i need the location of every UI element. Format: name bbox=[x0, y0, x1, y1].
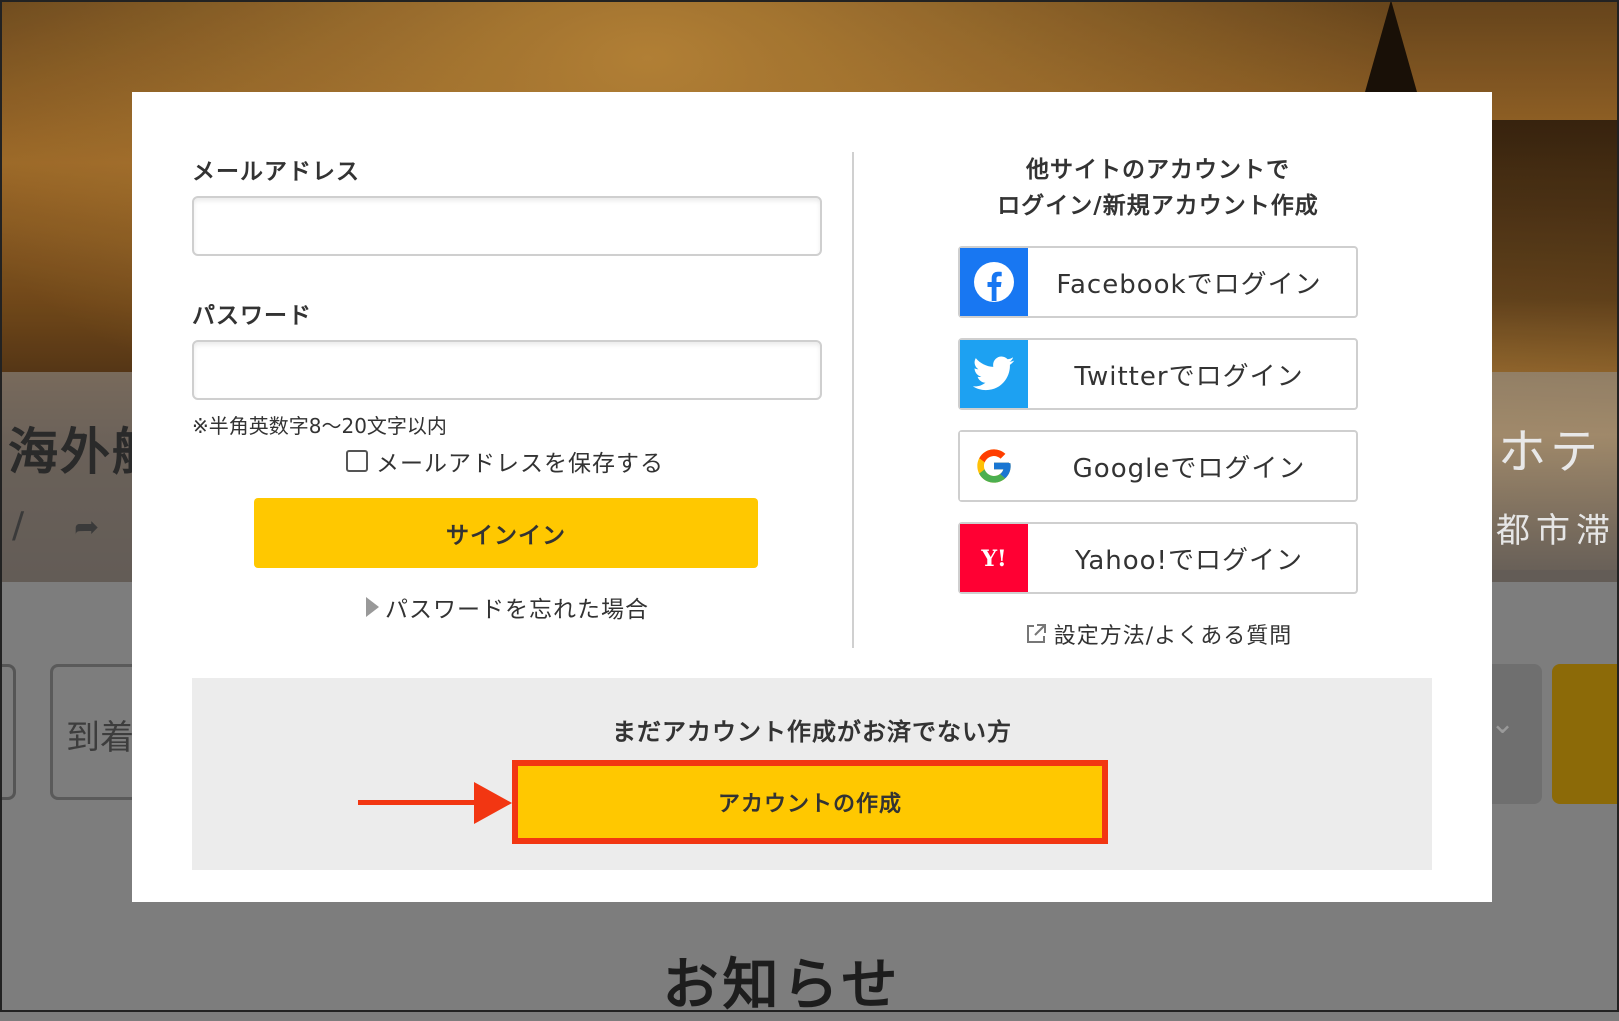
social-button-list: Facebookでログイン Twitterでログイン Googleでログイン Y… bbox=[958, 246, 1358, 594]
google-login-button[interactable]: Googleでログイン bbox=[958, 430, 1358, 502]
column-divider bbox=[852, 152, 854, 648]
help-link-label: 設定方法/よくある質問 bbox=[1053, 624, 1293, 649]
external-link-icon bbox=[1026, 624, 1046, 643]
email-login-section: メールアドレス パスワード ※半角英数字8〜20文字以内 bbox=[192, 152, 822, 439]
register-panel: まだアカウント作成がお済でない方 アカウントの作成 bbox=[192, 678, 1432, 870]
bg-departure-field[interactable] bbox=[0, 664, 16, 800]
annotation-arrow-icon bbox=[474, 782, 512, 824]
bg-news-heading: お知らせ bbox=[662, 953, 902, 1018]
bg-subtitle-left: / bbox=[12, 505, 25, 546]
remember-email-option[interactable]: メールアドレスを保存する bbox=[346, 444, 664, 478]
forgot-password-label: パスワードを忘れた場合 bbox=[385, 597, 649, 623]
google-login-label: Googleでログイン bbox=[1072, 453, 1306, 484]
google-icon bbox=[960, 432, 1028, 500]
login-modal: メールアドレス パスワード ※半角英数字8〜20文字以内 メールアドレスを保存す… bbox=[132, 92, 1492, 902]
password-label: パスワード bbox=[192, 303, 312, 329]
yahoo-icon: Y! bbox=[960, 524, 1028, 592]
social-title-line1: 他サイトのアカウントで bbox=[1026, 157, 1290, 183]
social-title-line2: ログイン/新規アカウント作成 bbox=[997, 193, 1319, 219]
chevron-down-icon: ⌄ bbox=[1490, 706, 1516, 741]
password-field[interactable] bbox=[192, 340, 822, 400]
annotation-arrow-shaft bbox=[358, 800, 476, 805]
svg-text:Y!: Y! bbox=[980, 546, 1006, 572]
facebook-login-button[interactable]: Facebookでログイン bbox=[958, 246, 1358, 318]
forgot-password-link[interactable]: パスワードを忘れた場合 bbox=[366, 590, 649, 624]
email-field[interactable] bbox=[192, 196, 822, 256]
yahoo-login-button[interactable]: Y! Yahoo!でログイン bbox=[958, 522, 1358, 594]
help-link[interactable]: 設定方法/よくある質問 bbox=[958, 618, 1358, 650]
bg-search-button[interactable] bbox=[1552, 664, 1619, 804]
bg-arrival-placeholder: 到着 bbox=[66, 718, 134, 758]
triangle-right-icon bbox=[366, 597, 379, 617]
social-login-title: 他サイトのアカウントで ログイン/新規アカウント作成 bbox=[958, 152, 1358, 224]
yahoo-login-label: Yahoo!でログイン bbox=[1075, 545, 1303, 576]
email-label: メールアドレス bbox=[192, 159, 360, 185]
twitter-login-label: Twitterでログイン bbox=[1074, 361, 1304, 392]
signin-button[interactable]: サインイン bbox=[254, 498, 758, 568]
bg-title-right: ホテ bbox=[1498, 424, 1603, 480]
create-account-button[interactable]: アカウントの作成 bbox=[518, 766, 1102, 838]
facebook-login-label: Facebookでログイン bbox=[1056, 269, 1322, 300]
social-login-section: 他サイトのアカウントで ログイン/新規アカウント作成 Facebookでログイン… bbox=[958, 152, 1358, 650]
twitter-login-button[interactable]: Twitterでログイン bbox=[958, 338, 1358, 410]
twitter-icon bbox=[960, 340, 1028, 408]
facebook-icon bbox=[960, 248, 1028, 316]
password-hint: ※半角英数字8〜20文字以内 bbox=[192, 414, 447, 438]
remember-email-checkbox[interactable] bbox=[346, 450, 368, 472]
bg-route-arrow-icon: ➦ bbox=[74, 510, 100, 545]
register-title: まだアカウント作成がお済でない方 bbox=[612, 718, 1012, 746]
bg-subtitle-right: 都市滞 bbox=[1496, 511, 1616, 551]
remember-email-label: メールアドレスを保存する bbox=[376, 451, 664, 477]
